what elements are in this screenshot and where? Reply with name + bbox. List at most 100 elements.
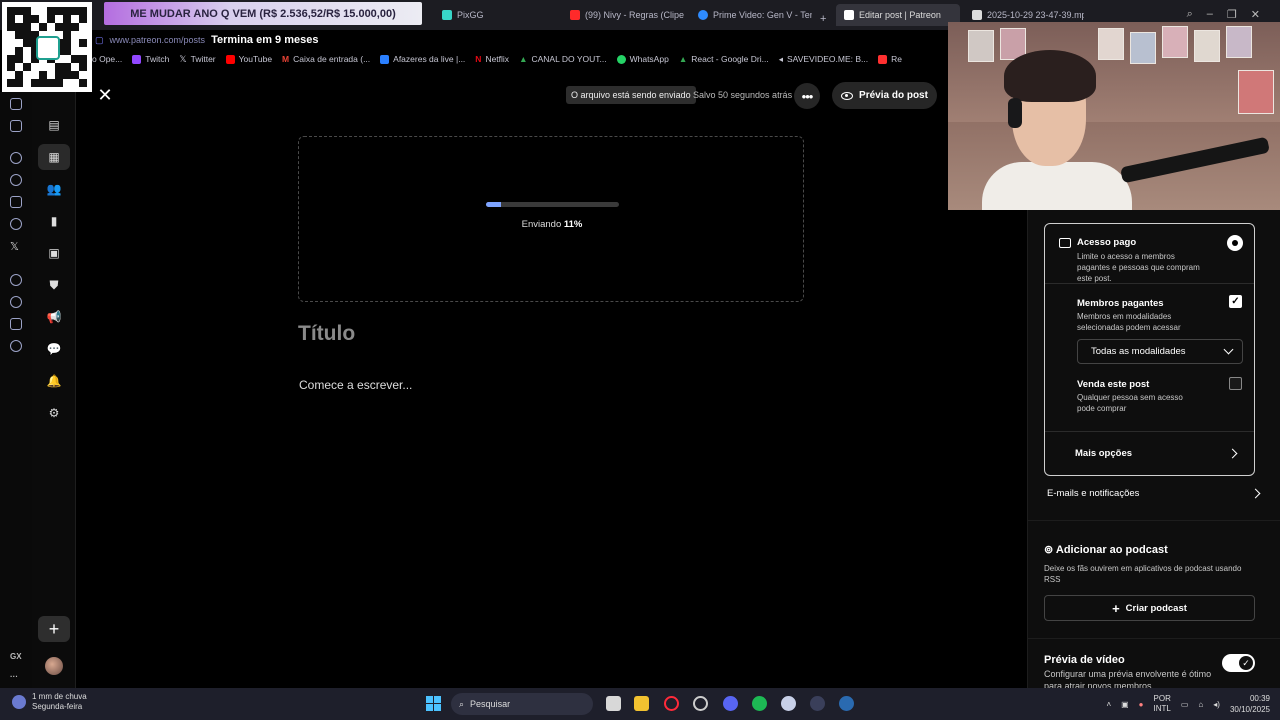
file-explorer-icon[interactable] bbox=[634, 696, 649, 711]
tab-youtube[interactable]: (99) Nivy - Regras (Clipe bbox=[570, 4, 688, 26]
restore-icon[interactable]: ❐ bbox=[1227, 8, 1237, 21]
gx-label[interactable]: GX bbox=[10, 652, 22, 661]
bookmark-youtube[interactable]: YouTube bbox=[225, 54, 272, 64]
bookmark-trello[interactable]: Afazeres da live |... bbox=[380, 54, 465, 64]
goal-banner: ME MUDAR ANO Q VEM (R$ 2.536,52/R$ 15.00… bbox=[104, 2, 422, 25]
settings-icon[interactable]: ⚙ bbox=[46, 406, 62, 420]
qr-module bbox=[7, 63, 15, 71]
notifications-icon[interactable]: 🔔 bbox=[46, 374, 62, 388]
whatsapp-icon[interactable] bbox=[10, 218, 22, 230]
x-icon[interactable]: 𝕏 bbox=[10, 240, 22, 253]
obs-icon[interactable] bbox=[693, 696, 708, 711]
qr-module bbox=[63, 55, 71, 63]
video-preview-toggle[interactable] bbox=[1222, 654, 1255, 672]
create-podcast-button[interactable]: + Criar podcast bbox=[1044, 595, 1255, 621]
divider bbox=[1028, 520, 1280, 521]
search-icon[interactable]: ⌕ bbox=[1187, 8, 1193, 21]
bookmark-savevideo[interactable]: ◂ SAVEVIDEO.ME: B... bbox=[779, 54, 868, 65]
qr-module bbox=[23, 39, 31, 47]
qr-module bbox=[79, 7, 87, 15]
bookmark-twitter[interactable]: 𝕏 Twitter bbox=[179, 54, 215, 65]
language-indicator[interactable]: POR INTL bbox=[1154, 694, 1171, 714]
savevideo-icon: ◂ bbox=[778, 53, 783, 64]
emails-notifications-row[interactable]: E-mails e notificações bbox=[1047, 488, 1261, 499]
bookmark-re[interactable]: Re bbox=[878, 54, 902, 64]
library-icon[interactable]: ▤ bbox=[46, 118, 62, 132]
qr-module bbox=[79, 23, 87, 31]
app-icon[interactable] bbox=[781, 696, 796, 711]
create-button[interactable]: + bbox=[38, 616, 70, 642]
extension-icon[interactable] bbox=[10, 318, 22, 330]
paid-access-option[interactable]: Acesso pago Limite o acesso a membros pa… bbox=[1045, 224, 1254, 284]
avatar[interactable] bbox=[45, 657, 63, 675]
payouts-icon[interactable]: ▣ bbox=[46, 246, 62, 260]
tier-select[interactable]: Todas as modalidades bbox=[1077, 339, 1243, 364]
task-view-icon[interactable] bbox=[606, 696, 621, 711]
close-icon[interactable]: ✕ bbox=[1251, 8, 1260, 21]
qr-module bbox=[23, 71, 31, 79]
more-options-row[interactable]: Mais opções bbox=[1045, 431, 1254, 475]
discord-icon[interactable] bbox=[723, 696, 738, 711]
sell-post-checkbox[interactable] bbox=[1229, 377, 1242, 390]
twitch-icon bbox=[132, 54, 142, 64]
posts-icon[interactable]: ▦ bbox=[38, 144, 70, 170]
start-button[interactable] bbox=[426, 696, 441, 711]
webcam-person-hair bbox=[1004, 50, 1096, 102]
minimize-icon[interactable]: – bbox=[1207, 8, 1213, 21]
sidebar-app-icon[interactable] bbox=[10, 98, 22, 110]
app-icon[interactable] bbox=[810, 696, 825, 711]
chevron-up-icon[interactable]: ˄ bbox=[1106, 700, 1111, 709]
post-preview-button[interactable]: Prévia do post bbox=[832, 82, 937, 109]
monitor-icon[interactable]: ▭ bbox=[1181, 700, 1189, 709]
whatsapp-icon bbox=[616, 54, 626, 64]
opera-gx-icon[interactable] bbox=[664, 696, 679, 711]
clock[interactable]: 00:39 30/10/2025 bbox=[1230, 693, 1270, 715]
sidebar-app-icon[interactable] bbox=[10, 174, 22, 186]
tab-editar-post[interactable]: Editar post | Patreon bbox=[836, 4, 960, 26]
youtube-icon bbox=[225, 54, 235, 64]
network-icon[interactable]: ⌂ bbox=[1198, 700, 1203, 709]
chat-icon[interactable]: 💬 bbox=[46, 342, 62, 356]
insights-icon[interactable]: ▮ bbox=[46, 214, 62, 228]
bookmark-react-drive[interactable]: ▲ React - Google Dri... bbox=[679, 54, 769, 64]
weather-widget[interactable]: 1 mm de chuva Segunda-feira bbox=[12, 692, 87, 712]
media-upload-area[interactable]: Enviando 11% bbox=[298, 136, 804, 302]
volume-icon[interactable]: ◂) bbox=[1213, 700, 1220, 709]
more-options-button[interactable]: ••• bbox=[794, 83, 820, 109]
spotify-icon[interactable] bbox=[752, 696, 767, 711]
close-editor-button[interactable]: ✕ bbox=[96, 86, 114, 104]
bookmark-icon bbox=[878, 54, 888, 64]
twitch-icon[interactable] bbox=[10, 196, 22, 208]
tab-prime-video[interactable]: Prime Video: Gen V - Tem bbox=[698, 4, 812, 26]
tab-pixgg[interactable]: PixGG bbox=[442, 4, 484, 26]
clock-icon[interactable] bbox=[10, 296, 22, 308]
microphone-icon[interactable]: ● bbox=[1139, 700, 1144, 709]
post-body-input[interactable]: Comece a escrever... bbox=[299, 378, 412, 392]
sidebar-app-icon[interactable] bbox=[10, 152, 22, 164]
paying-members-checkbox[interactable]: ✓ bbox=[1229, 295, 1242, 308]
bookmark-item[interactable]: o Ope... bbox=[92, 54, 122, 64]
members-icon[interactable]: 👥 bbox=[46, 182, 62, 196]
qr-module bbox=[15, 47, 23, 55]
more-icon[interactable]: ··· bbox=[10, 672, 18, 681]
taskbar-search[interactable]: ⌕ Pesquisar bbox=[451, 693, 593, 715]
address-url[interactable]: www.patreon.com/posts bbox=[110, 35, 206, 45]
play-icon[interactable] bbox=[10, 274, 22, 286]
paid-access-radio[interactable] bbox=[1227, 235, 1243, 251]
new-tab-button[interactable]: + bbox=[820, 8, 832, 30]
app-tray-icon[interactable]: ▣ bbox=[1121, 700, 1129, 709]
shield-icon[interactable]: ⛊ bbox=[46, 278, 62, 292]
promotions-icon[interactable]: 📢 bbox=[46, 310, 62, 324]
address-bar[interactable]: ▢ www.patreon.com/posts Termina em 9 mes… bbox=[95, 30, 948, 50]
qr-module bbox=[71, 55, 79, 63]
webcam-overlay bbox=[948, 22, 1280, 210]
post-title-input[interactable]: Título bbox=[298, 322, 355, 346]
steam-icon[interactable] bbox=[839, 696, 854, 711]
settings-icon[interactable] bbox=[10, 340, 22, 352]
bookmark-netflix[interactable]: N Netflix bbox=[475, 54, 509, 64]
bookmark-twitch[interactable]: Twitch bbox=[132, 54, 169, 64]
sidebar-app-icon[interactable] bbox=[10, 120, 22, 132]
bookmark-gmail[interactable]: M Caixa de entrada (... bbox=[282, 54, 370, 64]
bookmark-whatsapp[interactable]: WhatsApp bbox=[616, 54, 669, 64]
bookmark-drive[interactable]: ▲ CANAL DO YOUT... bbox=[519, 54, 607, 64]
